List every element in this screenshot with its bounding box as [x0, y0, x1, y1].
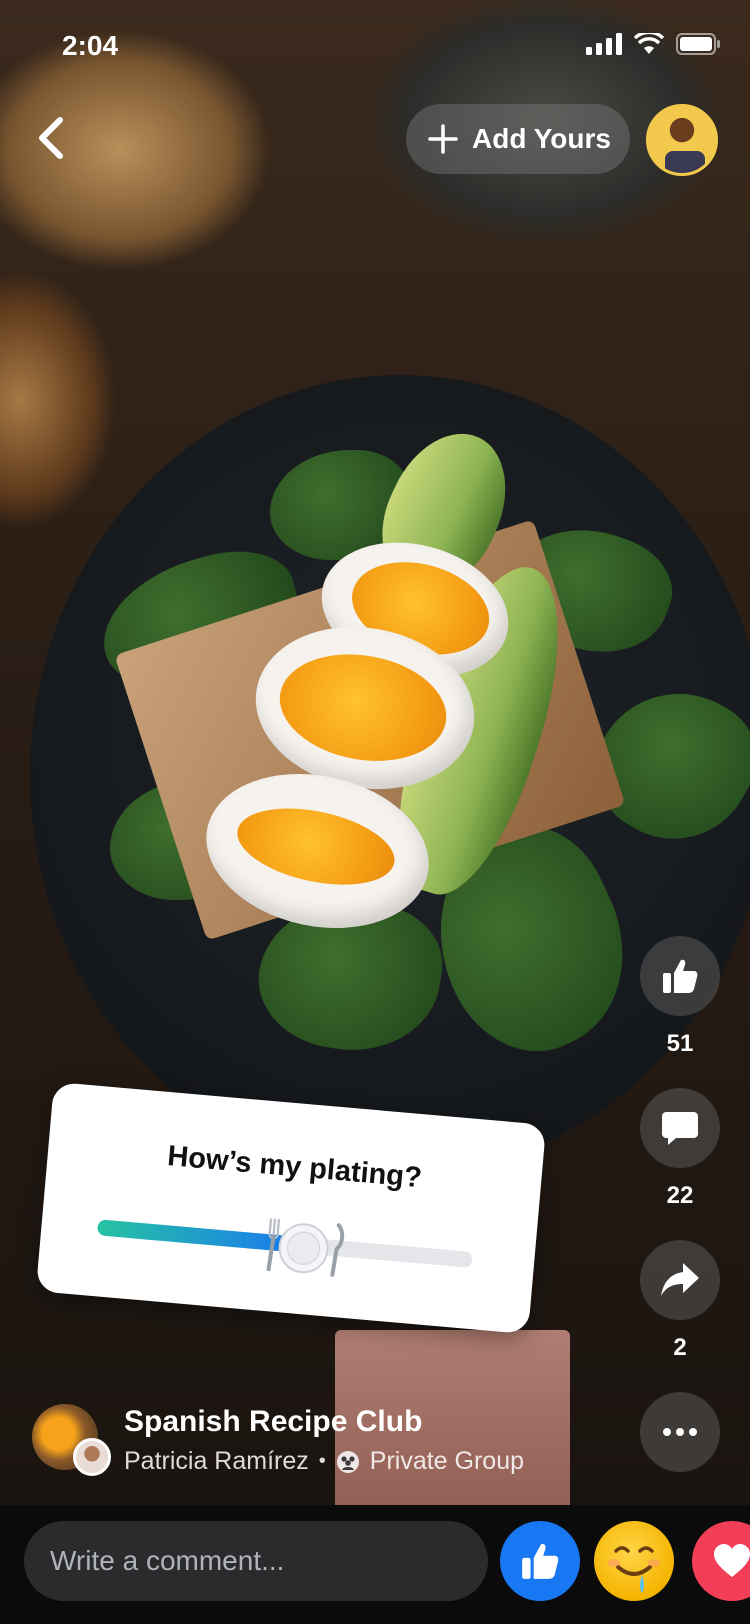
like-button[interactable]	[640, 936, 720, 1016]
add-yours-button[interactable]: Add Yours	[406, 104, 630, 174]
meta-separator: •	[318, 1450, 326, 1472]
comment-input[interactable]	[24, 1521, 488, 1601]
plating-slider-poll: How’s my plating?	[35, 1081, 547, 1335]
group-meta: Patricia Ramírez • Private Group	[124, 1447, 524, 1476]
share-arrow-icon	[661, 1263, 699, 1296]
battery-icon	[676, 33, 720, 55]
love-reaction-button[interactable]	[692, 1521, 750, 1601]
yolk	[271, 641, 455, 774]
profile-avatar[interactable]	[646, 104, 718, 176]
author-avatar[interactable]	[73, 1438, 111, 1476]
share-button[interactable]	[640, 1240, 720, 1320]
drooling-face-reaction-button[interactable]	[594, 1521, 674, 1601]
share-count: 2	[673, 1334, 687, 1361]
thumbs-up-icon	[663, 959, 698, 993]
thumbs-up-icon	[522, 1543, 559, 1579]
group-name[interactable]: Spanish Recipe Club	[124, 1405, 422, 1439]
yolk	[230, 795, 402, 898]
fork-icon	[266, 1218, 280, 1272]
wifi-icon	[634, 33, 664, 54]
knife-icon	[330, 1223, 344, 1277]
status-icons	[586, 33, 720, 55]
back-button[interactable]	[28, 108, 72, 168]
like-action: 51	[640, 936, 720, 1058]
more-button[interactable]	[640, 1392, 720, 1472]
comment-count: 22	[666, 1182, 694, 1209]
signal-icon	[586, 33, 622, 55]
comment-bar	[0, 1505, 750, 1624]
plus-icon	[428, 124, 458, 154]
avatar-figure	[665, 151, 705, 173]
drooling-face-icon	[608, 1546, 660, 1593]
comment-action: 22	[640, 1088, 720, 1210]
heart-icon	[714, 1544, 750, 1577]
more-action	[640, 1392, 720, 1472]
share-action: 2	[640, 1240, 720, 1362]
more-dots-icon	[663, 1428, 697, 1436]
back-chevron-icon	[39, 117, 63, 159]
status-time: 2:04	[62, 30, 119, 61]
group-privacy-icon	[336, 1450, 359, 1473]
plate-cutlery-icon[interactable]	[256, 1214, 351, 1278]
poll-question: How’s my plating?	[166, 1140, 424, 1195]
group-privacy-label: Private Group	[369, 1447, 525, 1475]
comment-bubble-icon	[662, 1112, 698, 1145]
add-yours-label: Add Yours	[472, 123, 611, 154]
like-count: 51	[666, 1030, 694, 1057]
comment-button[interactable]	[640, 1088, 720, 1168]
author-name[interactable]: Patricia Ramírez	[124, 1447, 309, 1476]
like-reaction-button[interactable]	[500, 1521, 580, 1601]
